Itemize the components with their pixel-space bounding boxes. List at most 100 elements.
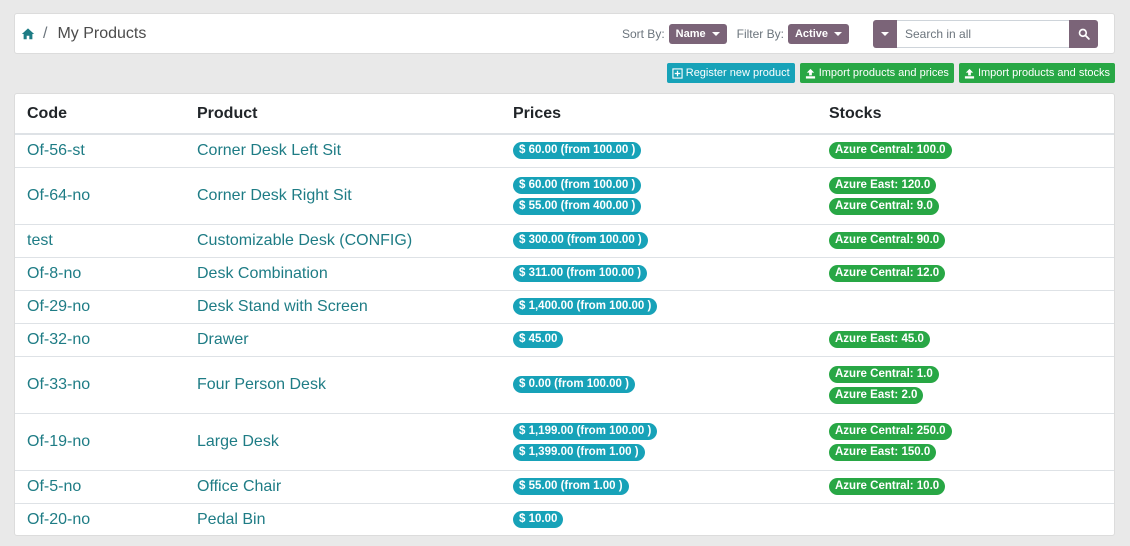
- prices-cell: $ 60.00 (from 100.00 ) $ 55.00 (from 400.…: [501, 166, 817, 224]
- product-name-link[interactable]: Four Person Desk: [185, 355, 501, 413]
- table-row[interactable]: Of-5-no Office Chair $ 55.00 (from 1.00 ) A…: [15, 469, 1114, 503]
- product-code-link[interactable]: Of-32-no: [15, 322, 185, 356]
- stocks-cell: Azure Central: 12.0: [817, 256, 1114, 290]
- search-icon: [1078, 28, 1090, 40]
- search-group: [873, 19, 1098, 48]
- prices-cell: $ 1,199.00 (from 100.00 ) $ 1,399.00 (fro…: [501, 412, 817, 470]
- price-badge: $ 311.00 (from 100.00 ): [513, 265, 648, 282]
- stocks-cell: [817, 289, 1114, 323]
- prices-cell: $ 60.00 (from 100.00 ): [501, 134, 817, 167]
- product-name-link[interactable]: Corner Desk Right Sit: [185, 166, 501, 224]
- table-row[interactable]: Of-64-no Corner Desk Right Sit $ 60.00 (fr…: [15, 166, 1114, 224]
- table-row[interactable]: Of-20-no Pedal Bin $ 10.00: [15, 502, 1114, 535]
- table-row[interactable]: Of-32-no Drawer $ 45.00 Azure East: 45.0: [15, 322, 1114, 356]
- stock-badge: Azure East: 2.0: [829, 386, 924, 404]
- price-badge: $ 45.00: [513, 331, 564, 348]
- import-prices-label: Import products and prices: [818, 67, 949, 79]
- header-prices[interactable]: Prices: [501, 94, 817, 135]
- breadcrumb: / My Products: [21, 25, 146, 43]
- list-controls: Sort By: Name Filter By: Active: [622, 14, 1098, 53]
- stock-badge: Azure Central: 10.0: [829, 478, 946, 495]
- filter-dropdown[interactable]: Active: [787, 23, 849, 44]
- sort-label: Sort By:: [621, 26, 665, 41]
- stocks-cell: Azure East: 45.0: [817, 322, 1114, 356]
- product-name-link[interactable]: Desk Combination: [185, 256, 501, 290]
- price-badge: $ 55.00 (from 1.00 ): [513, 478, 629, 495]
- stocks-cell: Azure Central: 90.0: [817, 223, 1114, 257]
- top-bar: / My Products Sort By: Name Filter By: A…: [14, 13, 1115, 54]
- register-product-button[interactable]: Register new product: [666, 63, 795, 83]
- stock-badge: Azure East: 120.0: [829, 176, 937, 194]
- filter-value: Active: [794, 27, 828, 40]
- stocks-cell: Azure Central: 100.0: [817, 134, 1114, 167]
- product-code-link[interactable]: Of-29-no: [15, 289, 185, 323]
- price-badge: $ 60.00 (from 100.00 ): [513, 176, 642, 194]
- stock-badge: Azure Central: 100.0: [829, 142, 952, 160]
- caret-down-icon: [711, 31, 720, 36]
- prices-cell: $ 1,400.00 (from 100.00 ): [501, 289, 817, 323]
- search-button[interactable]: [1069, 19, 1098, 48]
- import-prices-button[interactable]: Import products and prices: [799, 63, 954, 83]
- product-name-link[interactable]: Large Desk: [185, 412, 501, 470]
- price-badge: $ 1,400.00 (from 100.00 ): [513, 298, 658, 315]
- sort-value: Name: [675, 27, 706, 40]
- header-stocks[interactable]: Stocks: [817, 94, 1114, 135]
- product-name-link[interactable]: Desk Stand with Screen: [185, 289, 501, 323]
- product-code-link[interactable]: Of-56-st: [15, 134, 185, 167]
- table-row[interactable]: Of-33-no Four Person Desk $ 0.00 (from 100…: [15, 355, 1114, 413]
- caret-down-icon: [881, 31, 889, 36]
- sort-dropdown[interactable]: Name: [668, 23, 727, 44]
- search-options-button[interactable]: [873, 19, 897, 48]
- product-name-link[interactable]: Corner Desk Left Sit: [185, 134, 501, 167]
- product-name-link[interactable]: Customizable Desk (CONFIG): [185, 223, 501, 257]
- search-input[interactable]: [897, 19, 1069, 48]
- table-row[interactable]: Of-8-no Desk Combination $ 311.00 (from 10…: [15, 256, 1114, 290]
- table-header-row: Code Product Prices Stocks: [15, 94, 1114, 135]
- stocks-cell: Azure Central: 10.0: [817, 469, 1114, 503]
- product-code-link[interactable]: Of-19-no: [15, 412, 185, 470]
- home-icon[interactable]: [21, 27, 35, 41]
- price-badge: $ 10.00: [513, 511, 564, 529]
- stock-badge: Azure East: 150.0: [829, 443, 937, 461]
- header-product[interactable]: Product: [185, 94, 501, 135]
- header-code[interactable]: Code: [15, 94, 185, 135]
- plus-square-icon: [672, 67, 683, 79]
- table-row[interactable]: test Customizable Desk (CONFIG) $ 300.00 (…: [15, 223, 1114, 257]
- stock-badge: Azure East: 45.0: [829, 331, 930, 348]
- prices-cell: $ 300.00 (from 100.00 ): [501, 223, 817, 257]
- prices-cell: $ 45.00: [501, 322, 817, 356]
- stock-badge: Azure Central: 1.0: [829, 365, 939, 383]
- import-stocks-button[interactable]: Import products and stocks: [958, 63, 1115, 83]
- product-name-link[interactable]: Pedal Bin: [185, 502, 501, 535]
- product-code-link[interactable]: test: [15, 223, 185, 257]
- breadcrumb-separator: /: [43, 24, 48, 42]
- product-name-link[interactable]: Drawer: [185, 322, 501, 356]
- action-buttons: Register new product Import products and…: [666, 63, 1115, 83]
- table-row[interactable]: Of-56-st Corner Desk Left Sit $ 60.00 (fro…: [15, 134, 1114, 167]
- prices-cell: $ 10.00: [501, 502, 817, 535]
- prices-cell: $ 0.00 (from 100.00 ): [501, 355, 817, 413]
- products-table: Code Product Prices Stocks Of-56-st Corne…: [15, 94, 1114, 535]
- price-badge: $ 60.00 (from 100.00 ): [513, 142, 642, 160]
- prices-cell: $ 55.00 (from 1.00 ): [501, 469, 817, 503]
- table-row[interactable]: Of-19-no Large Desk $ 1,199.00 (from 100.0…: [15, 412, 1114, 470]
- page-title: My Products: [57, 24, 147, 42]
- product-code-link[interactable]: Of-8-no: [15, 256, 185, 290]
- product-code-link[interactable]: Of-20-no: [15, 502, 185, 535]
- register-product-label: Register new product: [685, 67, 790, 79]
- products-table-card: Code Product Prices Stocks Of-56-st Corne…: [14, 93, 1115, 536]
- stock-badge: Azure Central: 9.0: [829, 197, 939, 215]
- stocks-cell: Azure Central: 250.0 Azure East: 150.0: [817, 412, 1114, 470]
- product-name-link[interactable]: Office Chair: [185, 469, 501, 503]
- import-stocks-label: Import products and stocks: [977, 67, 1110, 79]
- upload-icon: [805, 68, 815, 79]
- product-code-link[interactable]: Of-5-no: [15, 469, 185, 503]
- filter-label: Filter By:: [736, 26, 784, 41]
- table-row[interactable]: Of-29-no Desk Stand with Screen $ 1,400.00…: [15, 289, 1114, 323]
- product-code-link[interactable]: Of-33-no: [15, 355, 185, 413]
- stocks-cell: Azure East: 120.0 Azure Central: 9.0: [817, 166, 1114, 224]
- stocks-cell: Azure Central: 1.0 Azure East: 2.0: [817, 355, 1114, 413]
- stock-badge: Azure Central: 12.0: [829, 265, 946, 282]
- product-code-link[interactable]: Of-64-no: [15, 166, 185, 224]
- price-badge: $ 0.00 (from 100.00 ): [513, 376, 635, 393]
